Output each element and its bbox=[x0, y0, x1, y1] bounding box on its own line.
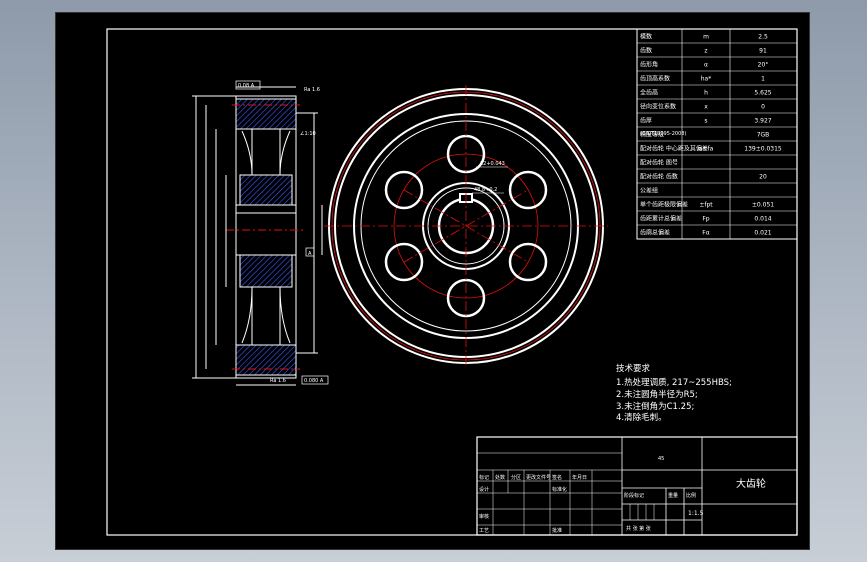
rim-hatch-bottom bbox=[235, 344, 297, 376]
param-name: 配对齿轮 中心距及其偏差 bbox=[640, 145, 708, 153]
tb-standard: 标准化 bbox=[552, 486, 567, 493]
param-symbol: Fp bbox=[702, 216, 709, 223]
tb-sign: 签名 bbox=[552, 474, 562, 481]
tb-weight: 重量 bbox=[668, 492, 678, 499]
drawing-name: 大齿轮 bbox=[736, 477, 766, 490]
param-name: 单个齿距极限偏差 bbox=[640, 201, 688, 209]
cad-viewport[interactable]: 0.08 A Ra 1.6 ∠1:10 A 0.080 A Ra 1.6 12+… bbox=[55, 12, 810, 550]
param-value: 5.625 bbox=[754, 90, 771, 97]
tb-count: 处数 bbox=[495, 474, 505, 481]
param-value: 0.014 bbox=[754, 216, 771, 223]
gear-drawing-sheet: 0.08 A Ra 1.6 ∠1:10 A 0.080 A Ra 1.6 12+… bbox=[106, 28, 798, 536]
param-symbol: m bbox=[703, 34, 709, 41]
param-value: 1 bbox=[761, 76, 765, 83]
notes-heading: 技术要求 bbox=[616, 363, 651, 374]
param-value: 3.927 bbox=[754, 118, 771, 125]
tb-change: 更改文件号 bbox=[526, 474, 551, 481]
param-value: 20° bbox=[758, 62, 769, 69]
roughness-top: Ra 1.6 bbox=[304, 87, 320, 93]
tb-review: 审核 bbox=[479, 513, 489, 520]
param-symbol: Fα bbox=[702, 230, 709, 237]
param-value: 91 bbox=[759, 48, 767, 55]
tb-approve: 批准 bbox=[552, 527, 562, 534]
tb-design: 设计 bbox=[479, 486, 489, 493]
param-value: 20 bbox=[759, 174, 767, 181]
param-name: 配对齿轮 图号 bbox=[640, 159, 678, 167]
tb-ratio: 比例 bbox=[686, 492, 696, 499]
param-symbol: a±fa bbox=[699, 146, 714, 153]
param-value: ±0.051 bbox=[752, 202, 774, 209]
param-name: 全齿高 bbox=[640, 89, 658, 97]
hub-hatch-bottom bbox=[239, 254, 293, 288]
rim-hatch-top bbox=[235, 98, 297, 130]
material-mark: 45 bbox=[658, 456, 664, 462]
note-4: 4.清除毛刺。 bbox=[616, 412, 667, 423]
param-name: 齿廓总偏差 bbox=[640, 229, 670, 237]
hub-hatch-top bbox=[239, 174, 293, 206]
param-value: 0.021 bbox=[754, 230, 771, 237]
param-value: 2.5 bbox=[758, 34, 768, 41]
param-value: 139±0.0315 bbox=[744, 146, 782, 153]
tolerance-frame-top: 0.08 A bbox=[238, 83, 255, 89]
param-symbol: x bbox=[704, 104, 708, 111]
tb-zone: 分区 bbox=[511, 474, 521, 481]
param-symbol: ha* bbox=[701, 76, 711, 83]
roughness-bottom: Ra 1.6 bbox=[270, 378, 286, 384]
param-name: 配对齿轮 齿数 bbox=[640, 173, 678, 181]
note-1: 1.热处理调质, 217~255HBS; bbox=[616, 377, 732, 388]
title-block-text: 45 大齿轮 1:1.5 标记 处数 分区 更改文件号 签名 年月日 设计 标准… bbox=[479, 456, 766, 534]
param-symbol: α bbox=[704, 62, 708, 69]
precision-note: (GB/T10095-2008) bbox=[640, 131, 686, 137]
technical-notes: 技术要求 1.热处理调质, 217~255HBS; 2.未注圆角半径为R5; 3… bbox=[616, 363, 732, 423]
datum-a-top: A bbox=[308, 251, 312, 257]
front-view bbox=[324, 85, 608, 367]
param-symbol: z bbox=[704, 48, 707, 55]
tb-process: 工艺 bbox=[479, 528, 489, 534]
param-name: 模数 bbox=[640, 33, 652, 41]
note-3: 3.未注倒角为C1.25; bbox=[616, 401, 694, 412]
tb-stage: 阶段标记 bbox=[624, 492, 644, 499]
param-symbol: ±fpt bbox=[699, 202, 713, 209]
scale-value: 1:1.5 bbox=[688, 510, 704, 517]
param-value: 7GB bbox=[757, 132, 770, 139]
param-name: 齿距累计总偏差 bbox=[640, 215, 682, 223]
gear-parameters-table: 模数 m 2.5 齿数 z 91 齿形角 α 20° 齿顶高系数 ha* 1 全齿高 h 5.625 径向变位… bbox=[636, 28, 798, 240]
hole-dim: 48.8+0.2 bbox=[474, 187, 497, 193]
param-name: 齿数 bbox=[640, 47, 652, 55]
param-name: 齿厚 bbox=[640, 117, 652, 125]
param-value: 0 bbox=[761, 104, 765, 111]
keyway-dim: 12+0.043 bbox=[480, 161, 505, 167]
param-name: 齿顶高系数 bbox=[640, 75, 670, 83]
tb-sheets: 共 张 第 张 bbox=[626, 525, 651, 532]
param-name: 齿形角 bbox=[640, 61, 658, 69]
param-symbol: h bbox=[704, 90, 708, 97]
param-name: 径向变位系数 bbox=[640, 103, 676, 111]
tb-date: 年月日 bbox=[572, 474, 587, 481]
param-name: 公差组 bbox=[640, 187, 658, 195]
tb-mark: 标记 bbox=[479, 474, 489, 481]
tolerance-frame-bottom: 0.080 A bbox=[304, 378, 324, 384]
front-annotations: 12+0.043 48.8+0.2 bbox=[472, 161, 508, 194]
param-symbol: s bbox=[704, 118, 707, 125]
taper-label: ∠1:10 bbox=[300, 131, 316, 137]
note-2: 2.未注圆角半径为R5; bbox=[616, 389, 698, 400]
sheet-border bbox=[106, 28, 798, 536]
